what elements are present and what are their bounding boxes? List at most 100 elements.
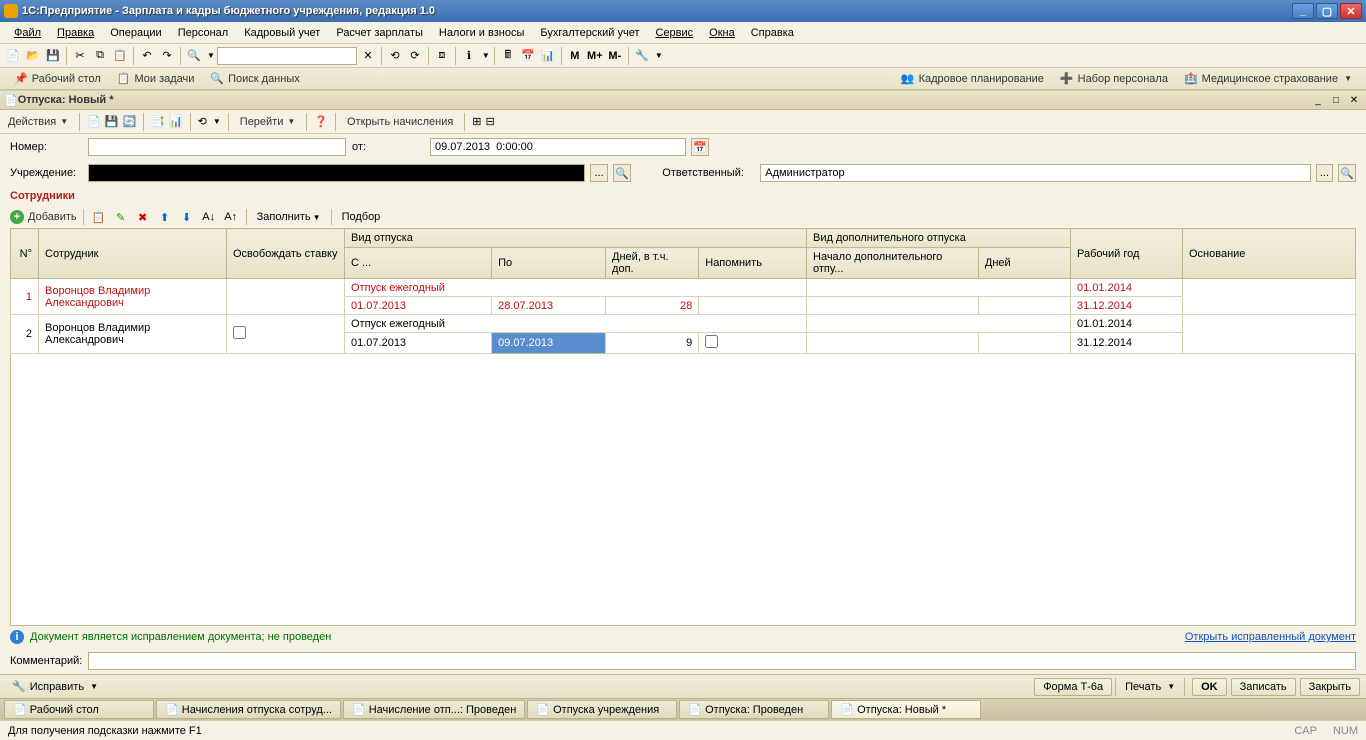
menu-service[interactable]: Сервис <box>648 25 702 41</box>
doc-minimize-button[interactable]: _ <box>1310 93 1326 107</box>
window-icon[interactable]: ⧈ <box>433 47 451 65</box>
menu-operations[interactable]: Операции <box>102 25 169 41</box>
goto-dropdown[interactable]: Перейти▼ <box>236 114 300 130</box>
col-days[interactable]: Дней, в т.ч. доп. <box>606 248 699 279</box>
close-button[interactable]: ✕ <box>1340 3 1362 19</box>
tt-movedown-icon[interactable]: ⬇ <box>178 208 196 226</box>
date-input[interactable] <box>430 138 686 156</box>
menu-file[interactable]: Файл <box>6 25 49 41</box>
org-input[interactable] <box>88 164 585 182</box>
print-dropdown[interactable]: Печать▼ <box>1119 679 1181 695</box>
col-year[interactable]: Рабочий год <box>1071 229 1183 279</box>
table-cell-kind[interactable]: Отпуск ежегодный <box>345 279 807 297</box>
mytasks-button[interactable]: 📋Мои задачи <box>109 70 203 87</box>
task-button[interactable]: 📄 Начисление отп...: Проведен <box>343 700 525 719</box>
select-button[interactable]: Подбор <box>338 209 385 225</box>
menu-salary[interactable]: Расчет зарплаты <box>328 25 431 41</box>
info-icon[interactable]: ℹ <box>460 47 478 65</box>
info-dropdown[interactable]: ▼ <box>482 51 490 60</box>
menu-accounting[interactable]: Бухгалтерский учет <box>532 25 647 41</box>
tt-sort-asc-icon[interactable]: A↓ <box>200 208 218 226</box>
tt-edit-icon[interactable]: ✎ <box>112 208 130 226</box>
table-cell-basis[interactable] <box>1183 279 1356 315</box>
menu-taxes[interactable]: Налоги и взносы <box>431 25 533 41</box>
menu-windows[interactable]: Окна <box>701 25 743 41</box>
med-button[interactable]: 🏥Медицинское страхование▼ <box>1176 70 1360 87</box>
doc-extra1-icon[interactable]: ⊞ <box>472 115 481 128</box>
search-data-button[interactable]: 🔍Поиск данных <box>202 70 307 87</box>
col-from[interactable]: С ... <box>345 248 492 279</box>
add-button[interactable]: +Добавить <box>10 210 77 224</box>
fix-dropdown[interactable]: 🔧Исправить▼ <box>6 678 104 695</box>
memory-mplus-button[interactable]: M+ <box>586 47 604 65</box>
org-select-button[interactable]: ... <box>590 164 608 182</box>
table-cell-addstart[interactable] <box>807 297 979 315</box>
resp-search-icon[interactable]: 🔍 <box>1338 164 1356 182</box>
table-cell-year-from[interactable]: 01.01.2014 <box>1071 315 1183 333</box>
maximize-button[interactable]: ▢ <box>1316 3 1338 19</box>
table-cell-year-from[interactable]: 01.01.2014 <box>1071 279 1183 297</box>
save-icon[interactable]: 💾 <box>44 47 62 65</box>
doc-close-button[interactable]: ✕ <box>1346 93 1362 107</box>
table-cell-to[interactable]: 09.07.2013 <box>492 333 606 354</box>
search-dropdown[interactable]: ▼ <box>207 51 215 60</box>
table-cell-num[interactable]: 2 <box>11 315 39 354</box>
desktop-button[interactable]: 📌Рабочий стол <box>6 70 109 87</box>
org-search-icon[interactable]: 🔍 <box>613 164 631 182</box>
doc-tbtn5-icon[interactable]: 📊 <box>169 115 183 128</box>
close-button[interactable]: Закрыть <box>1300 678 1360 696</box>
task-button[interactable]: 📄 Отпуска учреждения <box>527 700 677 719</box>
nabor-button[interactable]: ➕Набор персонала <box>1052 70 1176 87</box>
table-cell-release[interactable] <box>227 315 345 354</box>
gear-dropdown[interactable]: ▼ <box>655 51 663 60</box>
tt-delete-icon[interactable]: ✖ <box>134 208 152 226</box>
redo-icon[interactable]: ↷ <box>158 47 176 65</box>
kadplan-button[interactable]: 👥Кадровое планирование <box>893 70 1052 87</box>
table-cell-remind[interactable] <box>699 297 807 315</box>
tt-moveup-icon[interactable]: ⬆ <box>156 208 174 226</box>
remind-checkbox[interactable] <box>705 335 718 348</box>
tt-sort-desc-icon[interactable]: A↑ <box>222 208 240 226</box>
minimize-button[interactable]: _ <box>1292 3 1314 19</box>
quick-search-input[interactable] <box>217 47 357 65</box>
menu-personnel[interactable]: Персонал <box>170 25 237 41</box>
open-corrected-link[interactable]: Открыть исправленный документ <box>1185 631 1356 643</box>
number-input[interactable] <box>88 138 346 156</box>
search-icon[interactable]: 🔍 <box>185 47 203 65</box>
memory-m-button[interactable]: M <box>566 47 584 65</box>
cut-icon[interactable]: ✂ <box>71 47 89 65</box>
clear-search-icon[interactable]: ✕ <box>359 47 377 65</box>
table-cell-adddays[interactable] <box>978 333 1070 354</box>
table-cell-to[interactable]: 28.07.2013 <box>492 297 606 315</box>
col-addkind[interactable]: Вид дополнительного отпуска <box>807 229 1071 248</box>
save-button[interactable]: Записать <box>1231 678 1296 696</box>
doc-maximize-button[interactable]: □ <box>1328 93 1344 107</box>
fill-dropdown[interactable]: Заполнить▼ <box>253 209 325 225</box>
table-cell-release[interactable] <box>227 279 345 315</box>
table-cell-num[interactable]: 1 <box>11 279 39 315</box>
ok-button[interactable]: OK <box>1192 678 1227 696</box>
table-cell-remind[interactable] <box>699 333 807 354</box>
tool3-icon[interactable]: 📊 <box>539 47 557 65</box>
open-accruals-button[interactable]: Открыть начисления <box>343 114 457 130</box>
table-cell-addstart[interactable] <box>807 333 979 354</box>
col-addstart[interactable]: Начало дополнительного отпу... <box>807 248 979 279</box>
actions-dropdown[interactable]: Действия▼ <box>4 114 72 130</box>
table-cell-basis[interactable] <box>1183 315 1356 354</box>
menu-help[interactable]: Справка <box>743 25 802 41</box>
doc-tbtn1-icon[interactable]: 📄 <box>87 115 101 128</box>
open-icon[interactable]: 📂 <box>24 47 42 65</box>
new-doc-icon[interactable]: 📄 <box>4 47 22 65</box>
paste-icon[interactable]: 📋 <box>111 47 129 65</box>
doc-tbtn3-icon[interactable]: 🔄 <box>123 115 137 128</box>
table-cell-year-to[interactable]: 31.12.2014 <box>1071 297 1183 315</box>
calc-icon[interactable]: 🖩 <box>499 47 517 65</box>
doc-tbtn2-icon[interactable]: 💾 <box>105 115 119 128</box>
table-cell-addkind[interactable] <box>807 279 1071 297</box>
col-num[interactable]: N° <box>11 229 39 279</box>
table-cell-adddays[interactable] <box>978 297 1070 315</box>
table-cell-from[interactable]: 01.07.2013 <box>345 333 492 354</box>
table-cell-days[interactable]: 28 <box>606 297 699 315</box>
col-adddays[interactable]: Дней <box>978 248 1070 279</box>
table-cell-emp[interactable]: Воронцов Владимир Александрович <box>39 315 227 354</box>
